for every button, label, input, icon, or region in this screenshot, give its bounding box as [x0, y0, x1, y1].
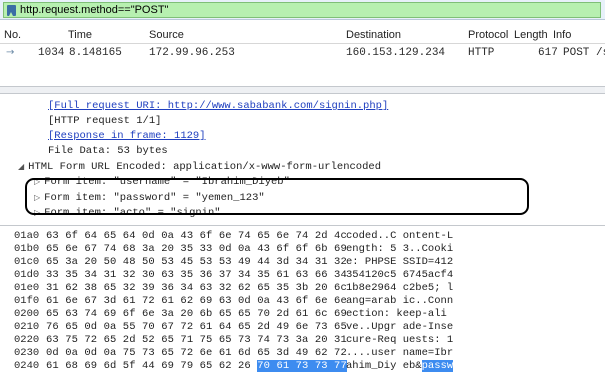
packet-row[interactable]: → 1034 8.148165 172.99.96.253 160.153.12…	[0, 44, 605, 60]
byte-hex: 0d 0a 0d 0a 75 73 65 72 6e 61 6d 65 3d 4…	[46, 347, 347, 359]
column-header-info[interactable]: Info	[553, 29, 571, 41]
filter-expression: http.request.method=="POST"	[20, 4, 169, 16]
column-header-time[interactable]: Time	[68, 29, 92, 41]
column-header-length[interactable]: Length	[514, 29, 548, 41]
byte-hex: 61 68 69 6d 5f 44 69 79 65 62 26 70 61 7…	[46, 360, 347, 372]
byte-ascii: ang=arab ic..Conn	[346, 295, 454, 307]
byte-hex: 63 6f 64 65 64 0d 0a 43 6f 6e 74 65 6e 7…	[46, 230, 347, 242]
byte-ascii: ength: 5 3..Cooki	[346, 243, 454, 255]
byte-hex: 63 75 72 65 2d 52 65 71 75 65 73 74 73 3…	[46, 334, 347, 346]
packet-source: 172.99.96.253	[149, 47, 235, 59]
form-section-row[interactable]: ◢ HTML Form URL Encoded: application/x-ww…	[18, 160, 381, 173]
request-arrow-icon: →	[6, 47, 15, 58]
byte-offset: 01d0	[14, 269, 40, 281]
http-request-count[interactable]: [HTTP request 1/1]	[48, 115, 161, 128]
column-header-destination[interactable]: Destination	[346, 29, 401, 41]
column-header-no[interactable]: No.	[4, 29, 21, 41]
file-data[interactable]: File Data: 53 bytes	[48, 145, 168, 158]
byte-offset: 01e0	[14, 282, 40, 294]
filter-bookmark-icon[interactable]	[7, 5, 16, 16]
byte-ascii: cure-Req uests: 1	[346, 334, 454, 346]
byte-offset: 01a0	[14, 230, 40, 242]
byte-hex: 65 3a 20 50 48 50 53 45 53 53 49 44 3d 3…	[46, 256, 347, 268]
column-header-protocol[interactable]: Protocol	[468, 29, 508, 41]
pane-splitter[interactable]	[0, 86, 605, 94]
byte-ascii: ve..Upgr ade-Inse	[346, 321, 454, 333]
display-filter-input[interactable]: http.request.method=="POST"	[3, 2, 601, 18]
byte-offset: 01f0	[14, 295, 40, 307]
collapse-arrow-icon[interactable]: ◢	[18, 162, 24, 171]
byte-hex-selected[interactable]: 70 61 73 73 77	[257, 360, 347, 372]
packet-destination: 160.153.129.234	[346, 47, 446, 59]
byte-offset: 0220	[14, 334, 40, 346]
byte-ascii: coded..C ontent-L	[346, 230, 454, 242]
display-filter-bar: http.request.method=="POST"	[0, 0, 605, 20]
byte-offset: 01c0	[14, 256, 40, 268]
packet-length: 617	[538, 47, 558, 59]
byte-offset: 01b0	[14, 243, 40, 255]
form-section-label: HTML Form URL Encoded: application/x-www…	[28, 161, 382, 173]
packet-info: POST /sign	[563, 47, 605, 59]
byte-offset: 0240	[14, 360, 40, 372]
byte-ascii: ahim_Diy eb&passw	[346, 360, 454, 372]
byte-ascii-selected[interactable]: passw	[421, 360, 454, 372]
byte-ascii: 1b8e2964 c2be5; l	[346, 282, 454, 294]
byte-ascii: ....user name=Ibr	[346, 347, 454, 359]
byte-hex: 61 6e 67 3d 61 72 61 62 69 63 0d 0a 43 6…	[46, 295, 347, 307]
byte-ascii-plain: ahim_Diy eb&	[346, 360, 422, 372]
packet-time: 8.148165	[69, 47, 122, 59]
byte-hex: 33 35 34 31 32 30 63 35 36 37 34 35 61 6…	[46, 269, 347, 281]
byte-ascii: ection: keep-ali	[346, 308, 447, 320]
password-highlight-outline	[25, 178, 529, 215]
byte-hex: 65 63 74 69 6f 6e 3a 20 6b 65 65 70 2d 6…	[46, 308, 347, 320]
byte-hex: 65 6e 67 74 68 3a 20 35 33 0d 0a 43 6f 6…	[46, 243, 347, 255]
packet-list-header: No. Time Source Destination Protocol Len…	[0, 27, 605, 43]
packet-bytes-pane: 01a0 63 6f 64 65 64 0d 0a 43 6f 6e 74 65…	[0, 226, 605, 386]
column-header-source[interactable]: Source	[149, 29, 184, 41]
packet-protocol: HTTP	[468, 47, 495, 59]
byte-offset: 0230	[14, 347, 40, 359]
byte-hex-plain: 61 68 69 6d 5f 44 69 79 65 62 26	[46, 360, 251, 372]
byte-ascii: e: PHPSE SSID=412	[346, 256, 454, 268]
packet-no: 1034	[38, 47, 65, 59]
byte-ascii: 354120c5 6745acf4	[346, 269, 454, 281]
byte-hex: 76 65 0d 0a 55 70 67 72 61 64 65 2d 49 6…	[46, 321, 347, 333]
full-request-uri-link[interactable]: [Full request URI: http://www.sababank.c…	[48, 100, 388, 113]
byte-offset: 0200	[14, 308, 40, 320]
byte-offset: 0210	[14, 321, 40, 333]
response-in-frame-link[interactable]: [Response in frame: 1129]	[48, 130, 206, 143]
byte-hex: 31 62 38 65 32 39 36 34 63 32 62 65 35 3…	[46, 282, 347, 294]
